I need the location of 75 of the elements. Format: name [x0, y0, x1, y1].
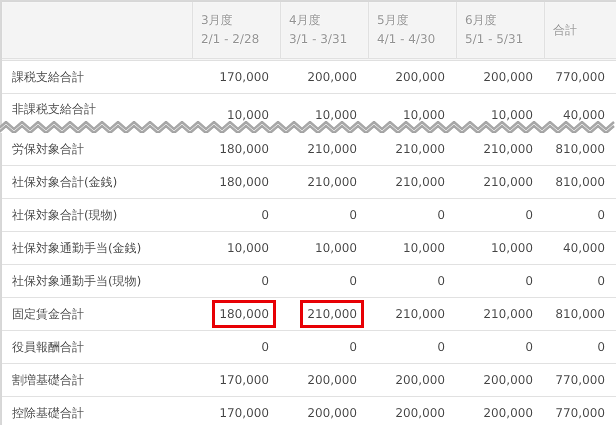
- table-cell-text: 210,000: [306, 141, 358, 158]
- table-cell-text: 10,000: [402, 107, 446, 121]
- table-cell-text: 10,000: [314, 107, 358, 121]
- table-cell-text: 170,000: [218, 405, 270, 422]
- table-cell-text: 210,000: [394, 141, 446, 158]
- date-range: 3/1 - 3/31: [289, 31, 348, 48]
- table-cell-text: 180,000: [218, 174, 270, 191]
- row-label: 控除基礎合計: [11, 404, 85, 422]
- highlighted-cell: 210,000: [300, 300, 364, 328]
- table-cell-text: 0: [524, 207, 534, 224]
- table-cell-text: 200,000: [482, 372, 534, 389]
- table-cell-text: 810,000: [554, 306, 606, 323]
- row-label: 労保対象合計: [11, 140, 85, 158]
- table-cell-text: 0: [524, 339, 534, 356]
- table-cell-text: 200,000: [394, 405, 446, 422]
- table-cell-text: 40,000: [562, 240, 606, 257]
- table-cell-text: 0: [436, 339, 446, 356]
- table-cell-text: 200,000: [394, 372, 446, 389]
- table-cell-text: 0: [596, 273, 606, 290]
- highlighted-cell: 180,000: [212, 300, 276, 328]
- table-cell-text: 0: [524, 273, 534, 290]
- table-cell-text: 810,000: [554, 141, 606, 158]
- table-cell-text: 10,000: [226, 240, 270, 257]
- table-cell-text: 170,000: [218, 69, 270, 86]
- table-cell-text: 0: [260, 339, 270, 356]
- table-cell-text: 200,000: [394, 69, 446, 86]
- table-cell-text: 0: [436, 273, 446, 290]
- column-header: 6月度: [465, 12, 498, 29]
- table-cell-text: 0: [348, 207, 358, 224]
- table-cell-text: 210,000: [482, 174, 534, 191]
- table-cell-text: 210,000: [482, 141, 534, 158]
- row-label: 割増基礎合計: [11, 372, 85, 388]
- row-label: 固定賃金合計: [11, 306, 85, 322]
- table-cell-text: 0: [596, 207, 606, 224]
- table-cell-text: 770,000: [554, 372, 606, 389]
- row-label: 社保対象通勤手当(金銭): [11, 240, 142, 256]
- date-range: 5/1 - 5/31: [465, 31, 524, 48]
- table-cell-text: 210,000: [482, 306, 534, 323]
- table-cell-text: 200,000: [482, 69, 534, 86]
- row-label: 非課税支給合計: [11, 101, 97, 118]
- date-range: 2/1 - 2/28: [201, 31, 260, 48]
- table-cell-text: 0: [348, 339, 358, 356]
- table-cell-text: 210,000: [394, 306, 446, 323]
- table-cell-text: 200,000: [306, 405, 358, 422]
- row-label: 社保対象合計(金銭): [11, 174, 118, 190]
- table-cell-text: 770,000: [554, 405, 606, 422]
- column-header: 4月度: [289, 12, 322, 29]
- date-range: 4/1 - 4/30: [377, 31, 436, 48]
- row-label: 役員報酬合計: [11, 338, 85, 356]
- table-cell-text: 0: [596, 339, 606, 356]
- row-label: 社保対象通勤手当(現物): [11, 272, 142, 290]
- table-cell-text: 40,000: [562, 107, 606, 121]
- table-cell-text: 0: [348, 273, 358, 290]
- table-cell-text: 10,000: [490, 240, 534, 257]
- table-cell-text: 0: [260, 273, 270, 290]
- table-cell-text: 0: [436, 207, 446, 224]
- table-cell-text: 810,000: [554, 174, 606, 191]
- table-cell-text: 10,000: [226, 107, 270, 121]
- table-cell-text: 200,000: [306, 372, 358, 389]
- table-cell-text: 10,000: [314, 240, 358, 257]
- table-cell-text: 200,000: [482, 405, 534, 422]
- table-cell-text: 0: [260, 207, 270, 224]
- table-cell-text: 210,000: [306, 174, 358, 191]
- table-cell-text: 170,000: [218, 372, 270, 389]
- table-cell-text: 210,000: [394, 174, 446, 191]
- column-header: 5月度: [377, 12, 410, 29]
- table-cell-text: 180,000: [218, 141, 270, 158]
- row-label: 課税支給合計: [11, 68, 85, 86]
- table-cell-text: 770,000: [554, 69, 606, 86]
- row-label: 社保対象合計(現物): [11, 206, 118, 224]
- table-cell-text: 10,000: [490, 107, 534, 121]
- column-header: 合計: [553, 22, 578, 38]
- table-cell-text: 200,000: [306, 69, 358, 86]
- column-header: 3月度: [201, 12, 234, 29]
- table-cell-text: 10,000: [402, 240, 446, 257]
